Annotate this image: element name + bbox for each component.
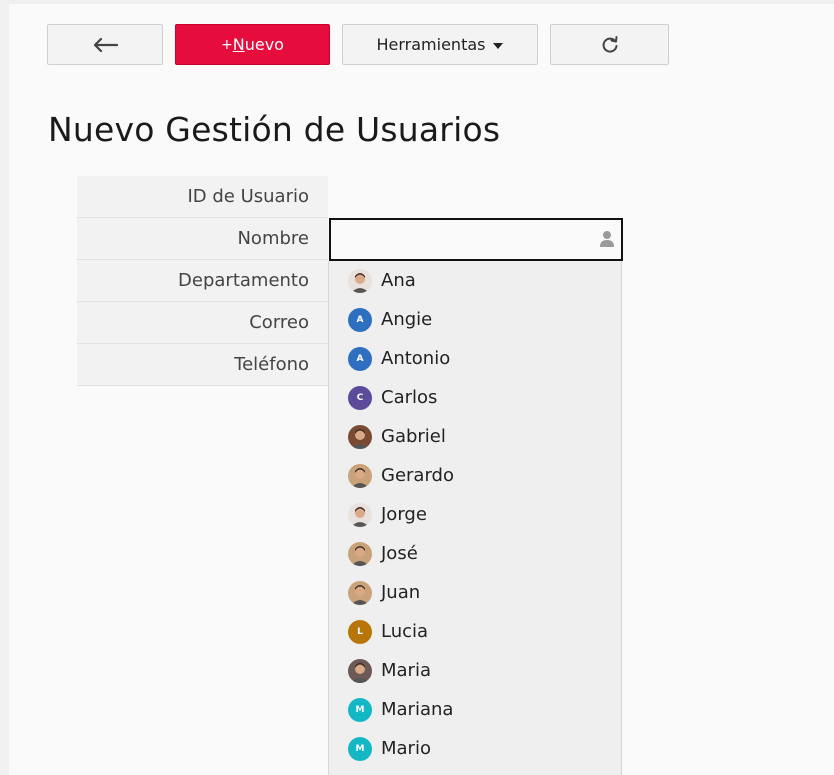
suggestion-item[interactable]: L Lucia — [329, 612, 621, 651]
page-title: Nuevo Gestión de Usuarios — [48, 110, 501, 149]
suggestion-name: Juan — [381, 582, 421, 603]
tools-dropdown-button[interactable]: Herramientas — [342, 24, 538, 65]
arrow-left-icon — [93, 37, 118, 52]
suggestion-item[interactable]: Juan — [329, 573, 621, 612]
avatar-initial: A — [348, 346, 372, 371]
back-button[interactable] — [47, 24, 163, 65]
suggestion-name: Ana — [381, 270, 416, 291]
field-label-phone: Teléfono — [77, 344, 328, 386]
name-field-wrapper — [329, 218, 623, 261]
suggestion-name: Gerardo — [381, 465, 454, 486]
refresh-button[interactable] — [550, 24, 669, 65]
suggestion-name: Lucia — [381, 621, 429, 642]
person-icon[interactable] — [599, 230, 615, 248]
suggestion-item[interactable]: A Antonio — [329, 339, 621, 378]
suggestion-name: Antonio — [381, 348, 451, 369]
avatar-photo — [348, 463, 372, 488]
field-label-name: Nombre — [77, 218, 328, 260]
suggestion-item[interactable]: Ana — [329, 261, 621, 300]
left-edge — [0, 0, 9, 775]
suggestion-item[interactable]: A Angie — [329, 300, 621, 339]
avatar-initial: A — [348, 307, 372, 332]
field-label-user-id: ID de Usuario — [77, 176, 328, 218]
avatar-photo — [348, 502, 372, 527]
new-button-label: uevo — [244, 35, 284, 54]
page: + Nuevo Herramientas Nuevo Gestión de Usu… — [0, 0, 834, 775]
suggestion-name: Angie — [381, 309, 433, 330]
suggestion-item[interactable]: Gabriel — [329, 417, 621, 456]
suggestion-item[interactable]: Gerardo — [329, 456, 621, 495]
avatar-photo — [348, 580, 372, 605]
suggestion-name: Maria — [381, 660, 431, 681]
suggestion-item[interactable]: Jorge — [329, 495, 621, 534]
avatar-initial: L — [348, 619, 372, 644]
avatar-photo — [348, 541, 372, 566]
tools-label: Herramientas — [376, 35, 486, 54]
new-button-plus: + — [221, 36, 233, 53]
field-label-department: Departamento — [77, 260, 328, 302]
avatar-photo — [348, 424, 372, 449]
suggestion-item[interactable]: Maria — [329, 651, 621, 690]
field-label-email: Correo — [77, 302, 328, 344]
refresh-icon — [602, 35, 617, 53]
new-button[interactable]: + Nuevo — [175, 24, 330, 65]
avatar-photo — [348, 658, 372, 683]
suggestion-name: Mariana — [381, 699, 454, 720]
suggestion-name: José — [381, 543, 418, 564]
suggestion-item[interactable]: José — [329, 534, 621, 573]
avatar-initial: M — [348, 736, 372, 761]
caret-down-icon — [493, 42, 504, 49]
new-button-access-key: N — [232, 35, 245, 54]
avatar-initial: M — [348, 697, 372, 722]
name-suggestions-dropdown: Ana A Angie A Antonio C Carlos Gabriel Gerardo Jo… — [328, 261, 622, 775]
suggestion-item[interactable]: M Mario — [329, 729, 621, 768]
suggestion-name: Gabriel — [381, 426, 446, 447]
avatar-initial: C — [348, 385, 372, 410]
form-labels: ID de Usuario Nombre Departamento Correo… — [77, 176, 328, 386]
name-input[interactable] — [331, 220, 621, 259]
avatar-photo — [348, 268, 372, 293]
suggestion-name: Carlos — [381, 387, 438, 408]
suggestion-name: Mario — [381, 738, 431, 759]
top-edge — [0, 0, 834, 4]
suggestion-item[interactable]: C Carlos — [329, 378, 621, 417]
suggestion-name: Jorge — [381, 504, 427, 525]
suggestion-item[interactable]: M Mariana — [329, 690, 621, 729]
